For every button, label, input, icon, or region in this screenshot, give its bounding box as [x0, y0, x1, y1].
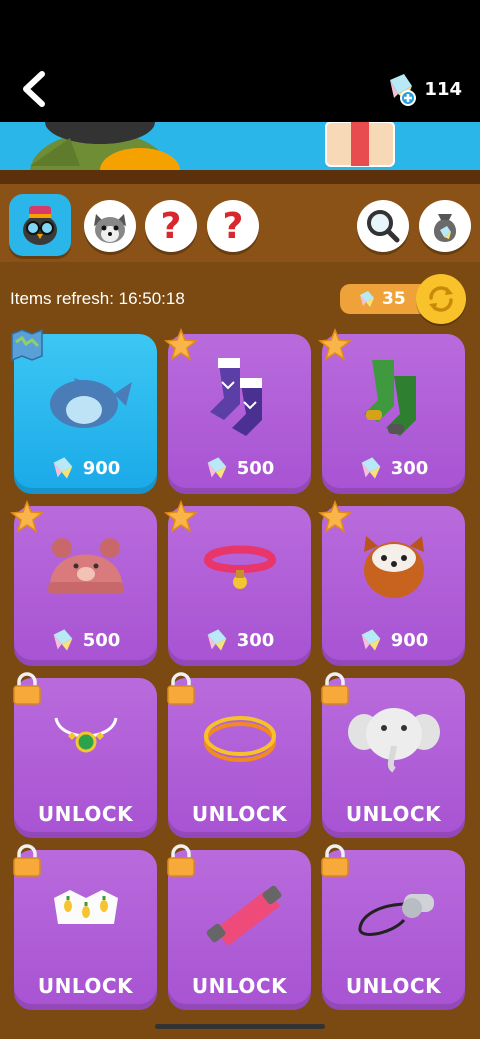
- gem-icon: [207, 629, 227, 651]
- chevron-left-icon: [23, 71, 45, 107]
- tab-character-owl[interactable]: [9, 194, 71, 256]
- item-price: 300: [168, 628, 311, 652]
- top-bar: 114: [0, 0, 480, 122]
- unlock-label: UNLOCK: [191, 974, 288, 998]
- refresh-icon: [429, 286, 453, 312]
- shop-item-hoop-rings[interactable]: UNLOCK: [167, 672, 311, 838]
- pink-collar-art: [203, 545, 277, 589]
- gem-balance[interactable]: 114: [384, 72, 462, 106]
- emerald-necklace-art: [54, 717, 118, 753]
- whistle-art: [358, 894, 434, 936]
- red-panda-hat-art: [364, 536, 424, 598]
- gem-bag-icon: [433, 214, 457, 242]
- unlock-label: UNLOCK: [191, 802, 288, 826]
- shop-item-bear-hat[interactable]: 500: [10, 500, 157, 666]
- unlock-label: UNLOCK: [345, 974, 442, 998]
- item-price-value: 300: [390, 457, 429, 479]
- hoop-rings-art: [204, 716, 276, 762]
- shop-item-emerald-necklace[interactable]: UNLOCK: [13, 672, 157, 838]
- item-price-value: 500: [82, 629, 121, 651]
- tab-unknown-1[interactable]: ?: [145, 200, 197, 252]
- pink-headband-art: [206, 885, 282, 946]
- item-price: 900: [14, 456, 157, 480]
- shelf-divider: [0, 170, 480, 184]
- shop-item-red-panda-hat[interactable]: 900: [318, 500, 465, 666]
- shop-item-pink-headband[interactable]: UNLOCK: [167, 844, 311, 1010]
- gem-bag-button[interactable]: [419, 200, 471, 252]
- unlock-label: UNLOCK: [345, 802, 442, 826]
- back-button[interactable]: [14, 66, 54, 112]
- gem-icon: [53, 629, 73, 651]
- item-price-value: 900: [82, 457, 121, 479]
- search-button[interactable]: [357, 200, 409, 252]
- gem-icon: [53, 457, 73, 479]
- owl-avatar-icon: [23, 206, 57, 245]
- bear-hat-art: [48, 538, 124, 594]
- shop-item-pineapple-shirt[interactable]: UNLOCK: [13, 844, 157, 1010]
- item-price-value: 300: [236, 629, 275, 651]
- item-price-value: 500: [236, 457, 275, 479]
- shop-item-whistle[interactable]: UNLOCK: [321, 844, 465, 1010]
- home-indicator: [155, 1024, 325, 1029]
- item-price-value: 900: [390, 629, 429, 651]
- refresh-cost: 35: [382, 289, 406, 309]
- pineapple-shirt-art: [54, 890, 118, 924]
- snowflake-socks-art: [210, 358, 262, 436]
- shop-item-elephant-hat[interactable]: UNLOCK: [321, 672, 465, 838]
- unlock-label: UNLOCK: [37, 802, 134, 826]
- shop-item-pink-collar[interactable]: 300: [164, 500, 311, 666]
- elephant-hat-art: [348, 708, 440, 773]
- refresh-timer-label: Items refresh: 16:50:18: [10, 289, 185, 308]
- shop-item-snowflake-socks[interactable]: 500: [164, 328, 311, 494]
- gem-add-icon: [390, 74, 417, 106]
- question-icon: ?: [222, 205, 244, 247]
- gem-icon: [360, 291, 374, 307]
- gem-icon: [207, 457, 227, 479]
- banner-art: [30, 122, 395, 170]
- item-price: 300: [322, 456, 465, 480]
- tab-unknown-2[interactable]: ?: [207, 200, 259, 252]
- tab-character-husky[interactable]: [84, 200, 136, 252]
- item-price: 900: [322, 628, 465, 652]
- gem-icon: [361, 457, 381, 479]
- green-socks-art: [364, 360, 416, 436]
- item-price: 500: [168, 456, 311, 480]
- shop-item-green-socks[interactable]: 300: [318, 328, 465, 494]
- shop-item-shark-hat[interactable]: 900: [11, 328, 157, 494]
- shark-hat-art: [50, 378, 132, 428]
- gem-count: 114: [424, 78, 462, 100]
- husky-avatar-icon: [94, 214, 126, 243]
- refresh-button[interactable]: [416, 274, 466, 324]
- gem-icon: [361, 629, 381, 651]
- item-price: 500: [14, 628, 157, 652]
- question-icon: ?: [160, 205, 182, 247]
- unlock-label: UNLOCK: [37, 974, 134, 998]
- character-banner: [0, 122, 480, 170]
- search-icon: [367, 210, 400, 243]
